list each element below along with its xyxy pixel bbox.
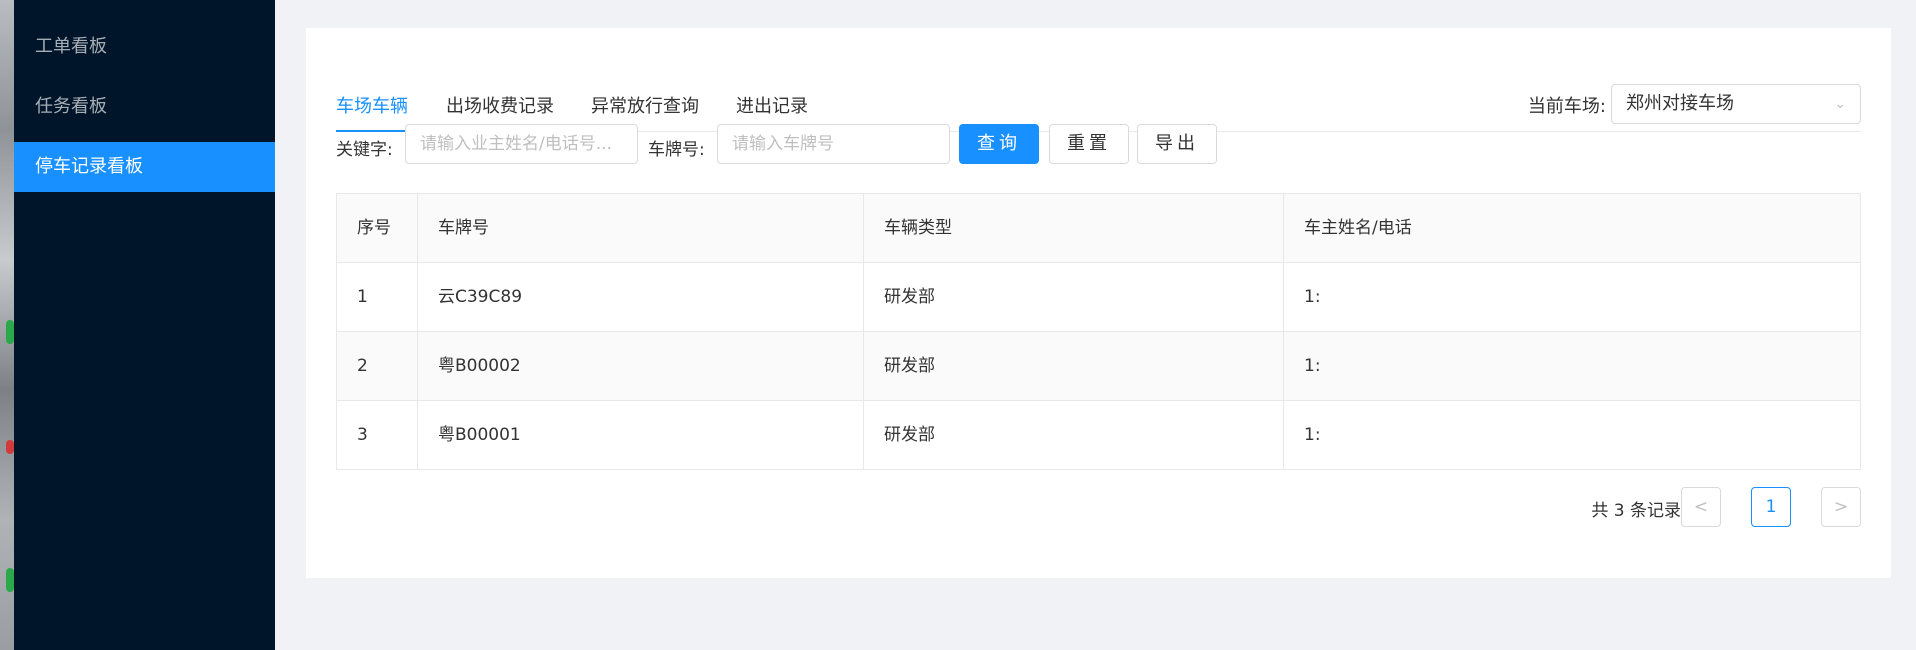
tab-bar: 车场车辆 出场收费记录 异常放行查询 进出记录 当前车场: 郑州对接车场 ⌄: [336, 58, 1861, 132]
cell-owner: 1:: [1304, 356, 1321, 376]
sidebar-item-task-board[interactable]: 任务看板: [14, 82, 275, 132]
table-header-row: 序号 车牌号 车辆类型 车主姓名/电话: [337, 194, 1860, 263]
next-page-button[interactable]: >: [1821, 487, 1861, 527]
cell-vehicle-type: 研发部: [864, 332, 1284, 400]
cell-plate: 粤B00002: [418, 332, 864, 400]
keyword-label: 关键字:: [336, 140, 393, 160]
sidebar: 工单看板 任务看板 停车记录看板: [14, 0, 275, 650]
cell-vehicle-type: 研发部: [864, 263, 1284, 331]
cell-owner: 1:: [1304, 425, 1321, 445]
export-button[interactable]: 导出: [1137, 124, 1217, 164]
vehicle-table: 序号 车牌号 车辆类型 车主姓名/电话 1 云C39C89 研发部 1: 2 粤…: [336, 193, 1861, 470]
keyword-input[interactable]: 请输入业主姓名/电话号...: [405, 124, 638, 164]
total-records: 共 3 条记录: [1591, 501, 1681, 521]
cell-plate: 粤B00001: [418, 401, 864, 469]
column-header-index: 序号: [337, 194, 418, 262]
pagination: 共 3 条记录 < 1 >: [1561, 487, 1861, 527]
reset-button[interactable]: 重置: [1049, 124, 1129, 164]
prev-page-button[interactable]: <: [1681, 487, 1721, 527]
plate-label: 车牌号:: [648, 140, 705, 160]
column-header-vehicle-type: 车辆类型: [864, 194, 1284, 262]
edge-decoration: [6, 440, 14, 454]
cell-plate: 云C39C89: [418, 263, 864, 331]
current-lot-value: 郑州对接车场: [1626, 93, 1734, 114]
edge-decoration: [6, 320, 14, 344]
table-row[interactable]: 3 粤B00001 研发部 1:: [337, 401, 1860, 470]
cell-index: 3: [337, 401, 418, 469]
cell-owner: 1:: [1304, 287, 1321, 307]
current-lot-label: 当前车场:: [1527, 96, 1606, 117]
table-row[interactable]: 2 粤B00002 研发部 1:: [337, 332, 1860, 401]
cell-index: 1: [337, 263, 418, 331]
chevron-down-icon: ⌄: [1834, 96, 1846, 112]
current-lot-select[interactable]: 郑州对接车场 ⌄: [1611, 84, 1861, 124]
cell-vehicle-type: 研发部: [864, 401, 1284, 469]
column-header-owner: 车主姓名/电话: [1304, 218, 1412, 238]
filter-bar: 关键字: 请输入业主姓名/电话号... 车牌号: 请输入车牌号 查询 重置 导出: [336, 124, 1861, 170]
page-1-button[interactable]: 1: [1751, 487, 1791, 527]
background-edge: [0, 0, 14, 650]
cell-index: 2: [337, 332, 418, 400]
sidebar-item-parking-record-board[interactable]: 停车记录看板: [14, 142, 275, 192]
table-row[interactable]: 1 云C39C89 研发部 1:: [337, 263, 1860, 332]
sidebar-item-work-order-board[interactable]: 工单看板: [14, 22, 275, 72]
column-header-plate: 车牌号: [418, 194, 864, 262]
query-button[interactable]: 查询: [959, 124, 1039, 164]
main-card: 车场车辆 出场收费记录 异常放行查询 进出记录 当前车场: 郑州对接车场 ⌄ 关…: [306, 28, 1891, 578]
plate-input[interactable]: 请输入车牌号: [717, 124, 950, 164]
edge-decoration: [6, 568, 14, 592]
